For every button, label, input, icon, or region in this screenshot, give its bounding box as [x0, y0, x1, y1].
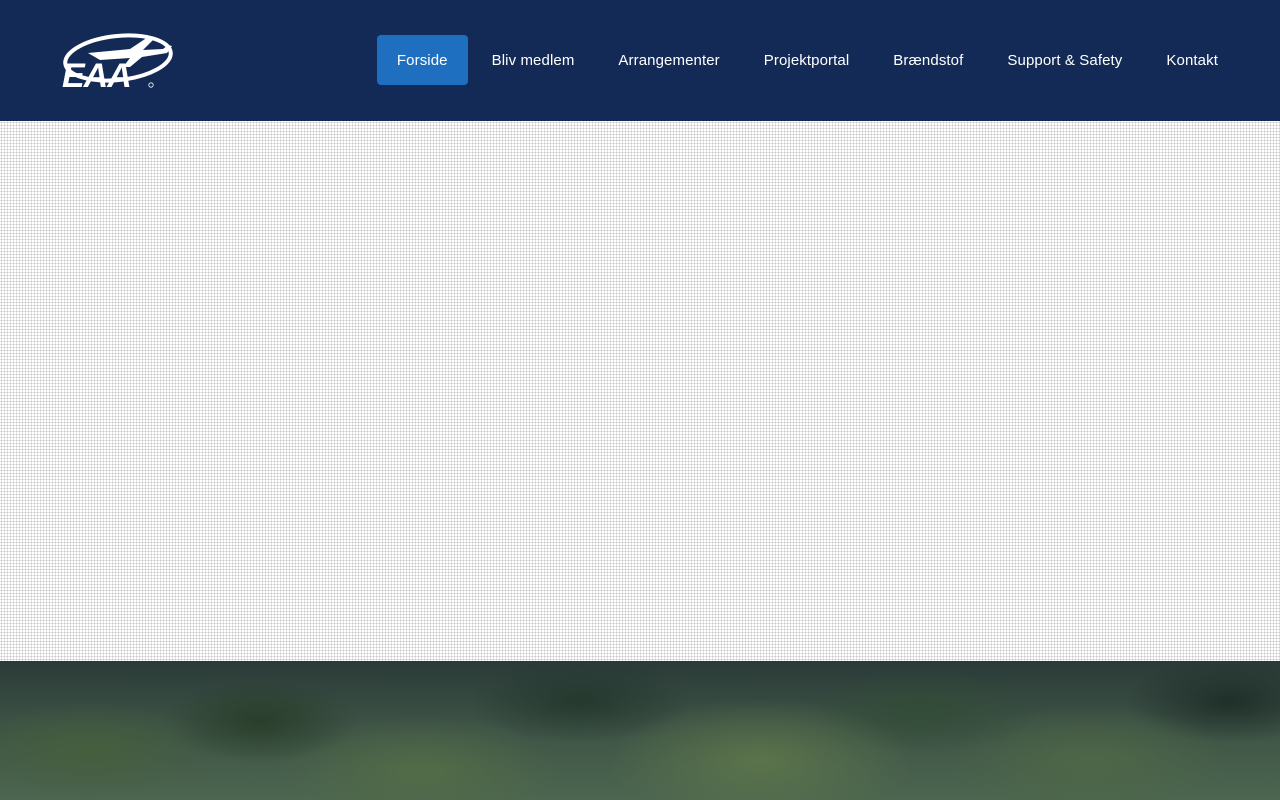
nav-item-kontakt[interactable]: Kontakt	[1146, 35, 1238, 85]
nav-item-support-safety[interactable]: Support & Safety	[987, 35, 1142, 85]
page: EAA Forside Bliv medlem Arrangementer Pr…	[0, 0, 1280, 800]
site-header: EAA Forside Bliv medlem Arrangementer Pr…	[0, 0, 1280, 121]
nav-item-bliv-medlem[interactable]: Bliv medlem	[472, 35, 595, 85]
forest-background-image	[0, 661, 1280, 800]
nav-item-braendstof[interactable]: Brændstof	[873, 35, 983, 85]
main-nav: Forside Bliv medlem Arrangementer Projek…	[376, 35, 1238, 85]
logo-wordmark: EAA	[62, 57, 131, 91]
eaa-logo-icon: EAA	[62, 33, 173, 91]
hero-dotted-backdrop	[0, 121, 1280, 661]
nav-item-forside[interactable]: Forside	[376, 35, 468, 85]
nav-item-arrangementer[interactable]: Arrangementer	[598, 35, 739, 85]
nav-item-projektportal[interactable]: Projektportal	[744, 35, 870, 85]
eaa-logo[interactable]: EAA	[60, 31, 176, 91]
